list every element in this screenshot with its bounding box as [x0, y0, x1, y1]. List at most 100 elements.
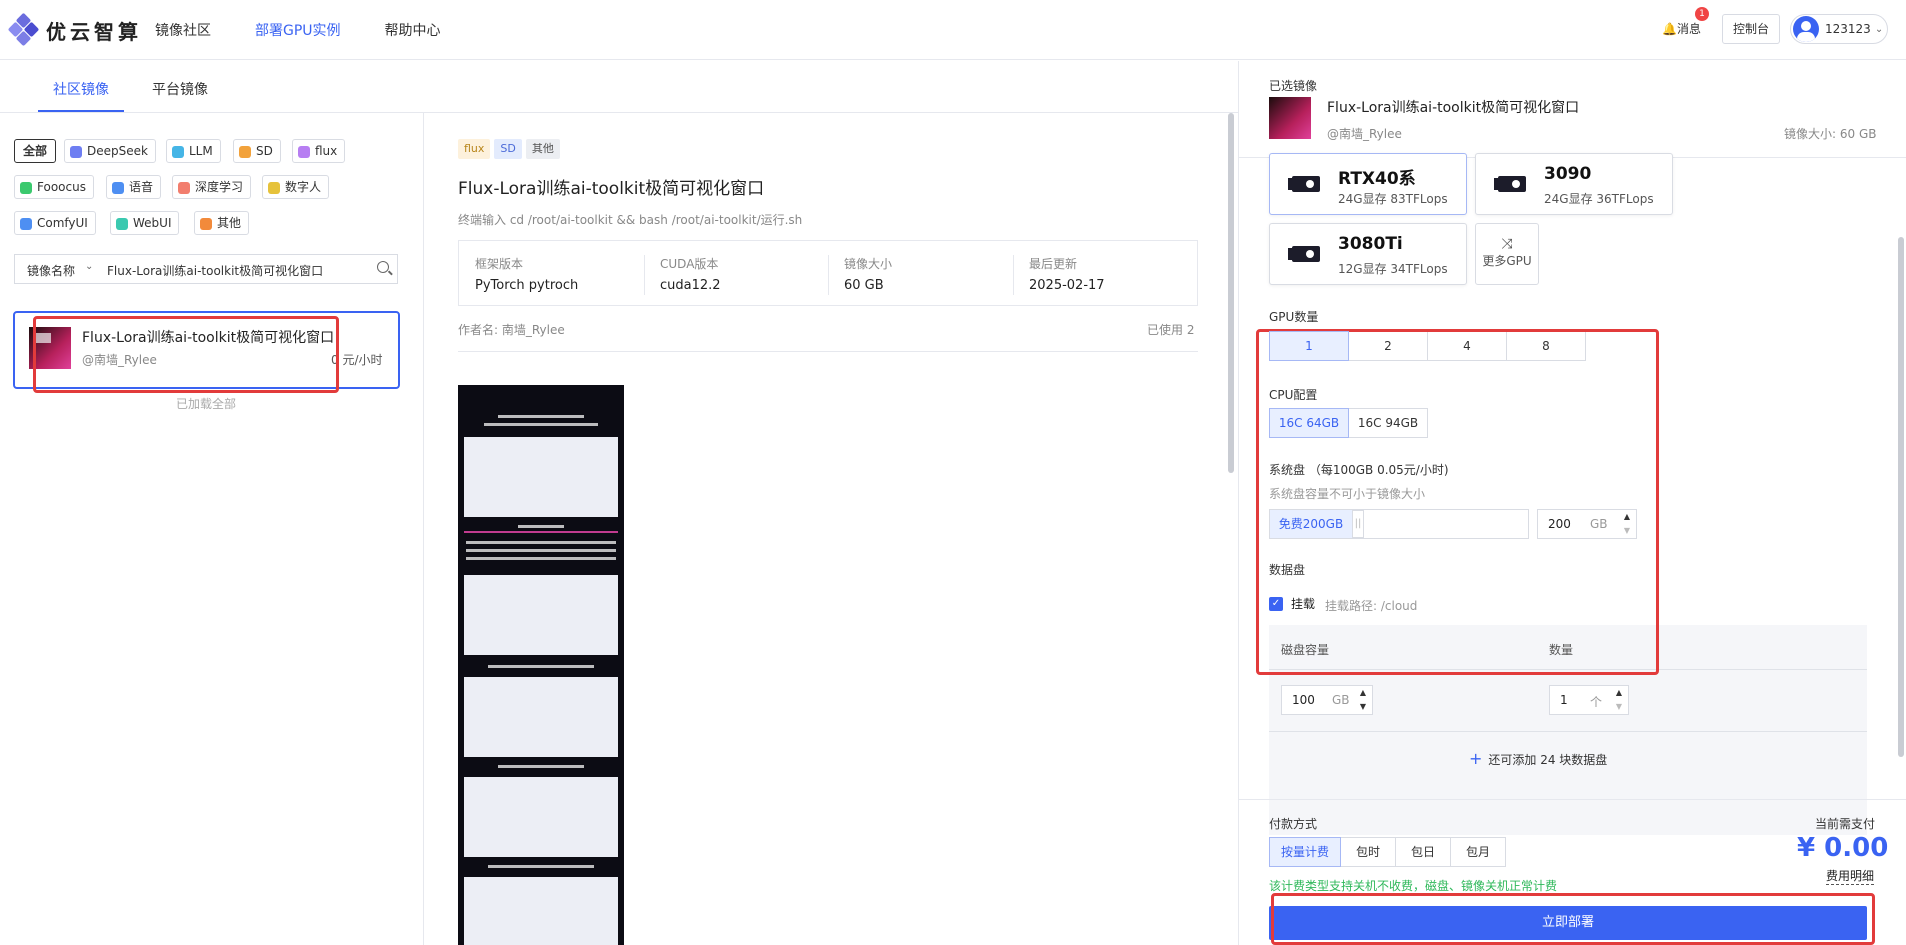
- detail-tags: flux SD 其他: [458, 139, 560, 159]
- chevron-down-icon: ⌄: [1874, 23, 1884, 35]
- list-loaded-text: 已加载全部: [176, 397, 237, 411]
- tag-comfyui[interactable]: ComfyUI: [14, 211, 96, 235]
- selected-image-size: 镜像大小: 60 GB: [1784, 127, 1877, 141]
- tag-fooocus[interactable]: Fooocus: [14, 175, 94, 199]
- detail-title: Flux-Lora训练ai-toolkit极简可视化窗口: [458, 179, 765, 199]
- tag-label: 数字人: [285, 180, 322, 194]
- tag-label: 语音: [129, 180, 154, 194]
- gpu-icon: [1288, 246, 1320, 262]
- tag-deep-learning[interactable]: 深度学习: [172, 175, 252, 199]
- tag-deepseek[interactable]: DeepSeek: [64, 139, 156, 163]
- avatar: [1793, 16, 1819, 42]
- tab-community-images[interactable]: 社区镜像: [53, 79, 109, 99]
- gpu-option-3090[interactable]: 3090 24G显存 36TFLops: [1475, 153, 1673, 215]
- console-button[interactable]: 控制台: [1722, 14, 1780, 44]
- tab-platform-images[interactable]: 平台镜像: [152, 79, 208, 99]
- tag-other[interactable]: 其他: [194, 211, 250, 235]
- scrollbar[interactable]: [1898, 237, 1904, 757]
- info-cuda: CUDA版本 cuda12.2: [660, 255, 721, 293]
- tag-llm[interactable]: LLM: [166, 139, 221, 163]
- payment-option[interactable]: 包日: [1395, 837, 1451, 867]
- disk-capacity-input[interactable]: 100 GB ▲ ▼: [1281, 685, 1373, 715]
- main-nav: 镜像社区 部署GPU实例 帮助中心: [155, 20, 441, 40]
- preview-text-line: [518, 525, 564, 528]
- brand-name: 优云智算: [46, 19, 142, 44]
- info-image-size: 镜像大小 60 GB: [844, 255, 892, 293]
- nav-help-center[interactable]: 帮助中心: [385, 20, 441, 40]
- image-list-panel: 全部 DeepSeek LLM SD flux Fooocus 语音 深度学习 …: [0, 113, 424, 945]
- search-filter-select[interactable]: 镜像名称: [27, 262, 75, 279]
- tag-all[interactable]: 全部: [14, 139, 57, 163]
- info-value: cuda12.2: [660, 278, 721, 293]
- tag-label: SD: [256, 144, 273, 158]
- tag-other-icon: [200, 218, 212, 230]
- info-key: 最后更新: [1029, 257, 1078, 271]
- chevron-down-icon[interactable]: ⌄: [85, 261, 93, 272]
- tag-comfyui-icon: [20, 218, 32, 230]
- disk-count-input[interactable]: 1 个 ▲ ▼: [1549, 685, 1629, 715]
- tag-flux-icon: [298, 146, 310, 158]
- selected-image-thumbnail: [1269, 97, 1311, 139]
- tag-label: WebUI: [133, 216, 172, 230]
- preview-text-line: [484, 423, 598, 426]
- tag-label: 其他: [217, 216, 242, 230]
- gpu-option-3080ti[interactable]: 3080Ti 12G显存 34TFLops: [1269, 223, 1467, 285]
- tag-label: Fooocus: [37, 180, 86, 194]
- divider: [1269, 731, 1867, 732]
- preview-text-line: [488, 665, 594, 668]
- preview-text-line: [498, 765, 584, 768]
- tag-voice[interactable]: 语音: [106, 175, 162, 199]
- info-key: CUDA版本: [660, 257, 719, 271]
- messages-link[interactable]: 🔔消息: [1662, 20, 1701, 37]
- user-menu[interactable]: 123123 ⌄: [1790, 14, 1888, 44]
- scrollbar[interactable]: [1228, 113, 1234, 473]
- search-input[interactable]: Flux-Lora训练ai-toolkit极简可视化窗口: [107, 262, 323, 279]
- tag-digital-human[interactable]: 数字人: [262, 175, 330, 199]
- selected-image-title: Flux-Lora训练ai-toolkit极简可视化窗口: [1327, 100, 1580, 116]
- top-navbar: 优云智算 镜像社区 部署GPU实例 帮助中心 🔔消息 1 控制台 123123 …: [0, 0, 1906, 60]
- preview-screenshot: [464, 437, 618, 517]
- fee-detail-link[interactable]: 费用明细: [1826, 867, 1875, 885]
- image-preview[interactable]: [458, 385, 624, 945]
- tag-deepseek-icon: [70, 146, 82, 158]
- nav-image-community[interactable]: 镜像社区: [155, 20, 211, 40]
- gpu-count-option[interactable]: 1: [1269, 331, 1349, 361]
- more-gpu-button[interactable]: ⤨ 更多GPU: [1475, 223, 1539, 285]
- stepper-down-icon[interactable]: ▼: [1610, 700, 1628, 714]
- payment-note: 该计费类型支持关机不收费，磁盘、镜像关机正常计费: [1269, 879, 1558, 893]
- tag-voice-icon: [112, 182, 124, 194]
- detail-command: 终端输入 cd /root/ai-toolkit && bash /root/a…: [458, 213, 803, 227]
- nav-deploy-gpu[interactable]: 部署GPU实例: [255, 20, 341, 40]
- payment-option[interactable]: 包月: [1450, 837, 1506, 867]
- preview-text-line: [466, 549, 616, 552]
- tag-sd[interactable]: SD: [233, 139, 281, 163]
- plus-icon: +: [1469, 749, 1483, 768]
- search-icon[interactable]: [377, 261, 389, 273]
- preview-screenshot: [464, 575, 618, 655]
- tag-webui-icon: [116, 218, 128, 230]
- image-detail-panel: flux SD 其他 Flux-Lora训练ai-toolkit极简可视化窗口 …: [425, 113, 1237, 945]
- add-data-disk-button[interactable]: + 还可添加 24 块数据盘: [1469, 749, 1607, 768]
- gpu-option-rtx40[interactable]: RTX40系 24G显存 83TFLops: [1269, 153, 1467, 215]
- image-source-tabs: 社区镜像 平台镜像: [0, 61, 1238, 113]
- tag-flux[interactable]: flux: [292, 139, 346, 163]
- payment-option[interactable]: 包时: [1340, 837, 1396, 867]
- stepper-down-icon[interactable]: ▼: [1354, 700, 1372, 714]
- payment-option[interactable]: 按量计费: [1269, 837, 1341, 867]
- tag-label: LLM: [189, 144, 213, 158]
- bell-icon: 🔔: [1662, 22, 1677, 36]
- stepper-up-icon[interactable]: ▲: [1610, 686, 1628, 700]
- selected-image-author: @南墙_Rylee: [1327, 127, 1402, 141]
- info-framework: 框架版本 PyTorch pytroch: [475, 255, 578, 293]
- annotation-box: [1271, 893, 1875, 945]
- tag-webui[interactable]: WebUI: [110, 211, 180, 235]
- gpu-spec: 24G显存 83TFLops: [1338, 192, 1448, 206]
- info-value: 2025-02-17: [1029, 278, 1105, 293]
- brand-logo[interactable]: 优云智算: [7, 12, 142, 47]
- active-tab-indicator: [38, 110, 124, 112]
- gpu-count-label: GPU数量: [1269, 310, 1319, 324]
- cpu-option[interactable]: 16C 64GB: [1269, 408, 1349, 438]
- detail-info-box: 框架版本 PyTorch pytroch CUDA版本 cuda12.2 镜像大小 6…: [458, 240, 1198, 306]
- tag-label: DeepSeek: [87, 144, 148, 158]
- stepper-up-icon[interactable]: ▲: [1354, 686, 1372, 700]
